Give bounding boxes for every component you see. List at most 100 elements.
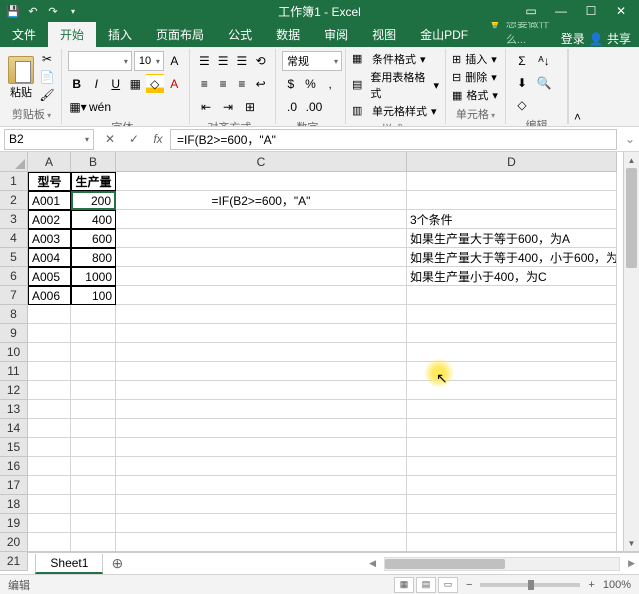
cell[interactable]: 400 — [71, 210, 116, 229]
align-top-icon[interactable]: ☰ — [196, 51, 213, 71]
cell[interactable] — [71, 362, 116, 381]
align-right-icon[interactable]: ≡ — [234, 74, 251, 94]
cell[interactable] — [71, 324, 116, 343]
wrap-icon[interactable]: ↩ — [252, 74, 269, 94]
italic-icon[interactable]: I — [88, 74, 106, 94]
cell[interactable] — [28, 343, 71, 362]
cell[interactable] — [116, 305, 407, 324]
row-header[interactable]: 10 — [0, 343, 28, 362]
cell[interactable] — [116, 457, 407, 476]
row-header[interactable]: 1 — [0, 172, 28, 191]
row-header[interactable]: 8 — [0, 305, 28, 324]
row-header[interactable]: 12 — [0, 381, 28, 400]
view-normal-icon[interactable]: ▦ — [394, 577, 414, 593]
scroll-up-icon[interactable]: ▲ — [624, 152, 639, 168]
col-header[interactable]: B — [71, 152, 116, 172]
cell[interactable] — [71, 419, 116, 438]
cell[interactable] — [28, 476, 71, 495]
row-header[interactable]: 2 — [0, 191, 28, 210]
cell[interactable]: 800 — [71, 248, 116, 267]
formula-input[interactable]: =IF(B2>=600，"A" — [170, 129, 617, 150]
comma-icon[interactable]: , — [321, 74, 339, 94]
cell[interactable] — [71, 495, 116, 514]
close-icon[interactable]: ✕ — [607, 1, 635, 21]
cell[interactable] — [116, 419, 407, 438]
minimize-icon[interactable]: — — [547, 1, 575, 21]
cell[interactable] — [407, 172, 617, 191]
cell[interactable] — [71, 476, 116, 495]
border-dropdown-icon[interactable]: ▦▾ — [68, 97, 88, 117]
cell[interactable] — [116, 343, 407, 362]
hscroll-right-icon[interactable]: ▶ — [624, 558, 639, 569]
cell[interactable] — [28, 324, 71, 343]
cell[interactable] — [28, 400, 71, 419]
row-header[interactable]: 17 — [0, 476, 28, 495]
cut-icon[interactable]: ✂ — [38, 51, 56, 67]
painter-icon[interactable]: 🖌 — [38, 87, 56, 103]
indent-inc-icon[interactable]: ⇥ — [218, 97, 238, 117]
cell[interactable]: 生产量 — [71, 172, 116, 191]
row-header[interactable]: 14 — [0, 419, 28, 438]
cell[interactable] — [116, 286, 407, 305]
cell[interactable]: A002 — [28, 210, 71, 229]
table-format-button[interactable]: ▤套用表格格式▾ — [352, 69, 439, 101]
cell[interactable] — [71, 343, 116, 362]
cell[interactable] — [116, 267, 407, 286]
cell[interactable] — [28, 533, 71, 551]
cell[interactable] — [28, 381, 71, 400]
cell[interactable] — [116, 476, 407, 495]
dec-dec-icon[interactable]: .00 — [304, 97, 324, 117]
sort-icon[interactable]: ᴬ↓ — [534, 51, 554, 71]
row-header[interactable]: 15 — [0, 438, 28, 457]
cell[interactable] — [28, 438, 71, 457]
row-header[interactable]: 11 — [0, 362, 28, 381]
cell[interactable]: A004 — [28, 248, 71, 267]
view-break-icon[interactable]: ▭ — [438, 577, 458, 593]
border-icon[interactable]: ▦ — [127, 74, 145, 94]
find-icon[interactable]: 🔍 — [534, 73, 554, 93]
cell[interactable] — [407, 305, 617, 324]
indent-dec-icon[interactable]: ⇤ — [196, 97, 216, 117]
cell[interactable]: 100 — [71, 286, 116, 305]
font-color-icon[interactable]: A — [166, 74, 184, 94]
tab-formulas[interactable]: 公式 — [216, 22, 264, 47]
cell[interactable] — [71, 514, 116, 533]
collapse-ribbon-icon[interactable]: ˄ — [568, 49, 586, 124]
cell[interactable] — [407, 324, 617, 343]
quick-save-icon[interactable]: 💾 — [6, 4, 20, 18]
zoom-slider[interactable] — [480, 583, 580, 587]
cell[interactable] — [116, 400, 407, 419]
cell[interactable] — [28, 514, 71, 533]
tab-file[interactable]: 文件 — [0, 22, 48, 47]
cell[interactable]: 型号 — [28, 172, 71, 191]
cell[interactable] — [28, 495, 71, 514]
number-format-select[interactable]: 常规 — [282, 51, 342, 71]
tab-layout[interactable]: 页面布局 — [144, 22, 216, 47]
row-header[interactable]: 13 — [0, 400, 28, 419]
orient-icon[interactable]: ⟲ — [252, 51, 269, 71]
row-header[interactable]: 6 — [0, 267, 28, 286]
cell[interactable] — [116, 248, 407, 267]
font-size-select[interactable]: 10 — [134, 51, 164, 71]
scroll-thumb[interactable] — [626, 168, 637, 268]
row-header[interactable]: 21 — [0, 552, 28, 571]
paste-button[interactable]: 粘贴 — [8, 51, 34, 104]
cell[interactable]: A006 — [28, 286, 71, 305]
cell[interactable] — [28, 362, 71, 381]
tab-wps[interactable]: 金山PDF — [408, 22, 480, 47]
quick-custom-icon[interactable]: ▾ — [66, 4, 80, 18]
vertical-scrollbar[interactable]: ▲ ▼ — [623, 152, 639, 551]
fill-icon[interactable]: ⬇ — [512, 73, 532, 93]
cell[interactable] — [407, 362, 617, 381]
cell[interactable] — [116, 362, 407, 381]
quick-redo-icon[interactable]: ↷ — [46, 4, 60, 18]
horizontal-scrollbar[interactable] — [384, 557, 620, 571]
fx-icon[interactable]: fx — [146, 129, 170, 150]
currency-icon[interactable]: $ — [282, 74, 300, 94]
cell[interactable]: A005 — [28, 267, 71, 286]
row-header[interactable]: 19 — [0, 514, 28, 533]
cell[interactable] — [71, 381, 116, 400]
cell[interactable] — [28, 419, 71, 438]
cell[interactable] — [407, 381, 617, 400]
cell[interactable] — [71, 457, 116, 476]
